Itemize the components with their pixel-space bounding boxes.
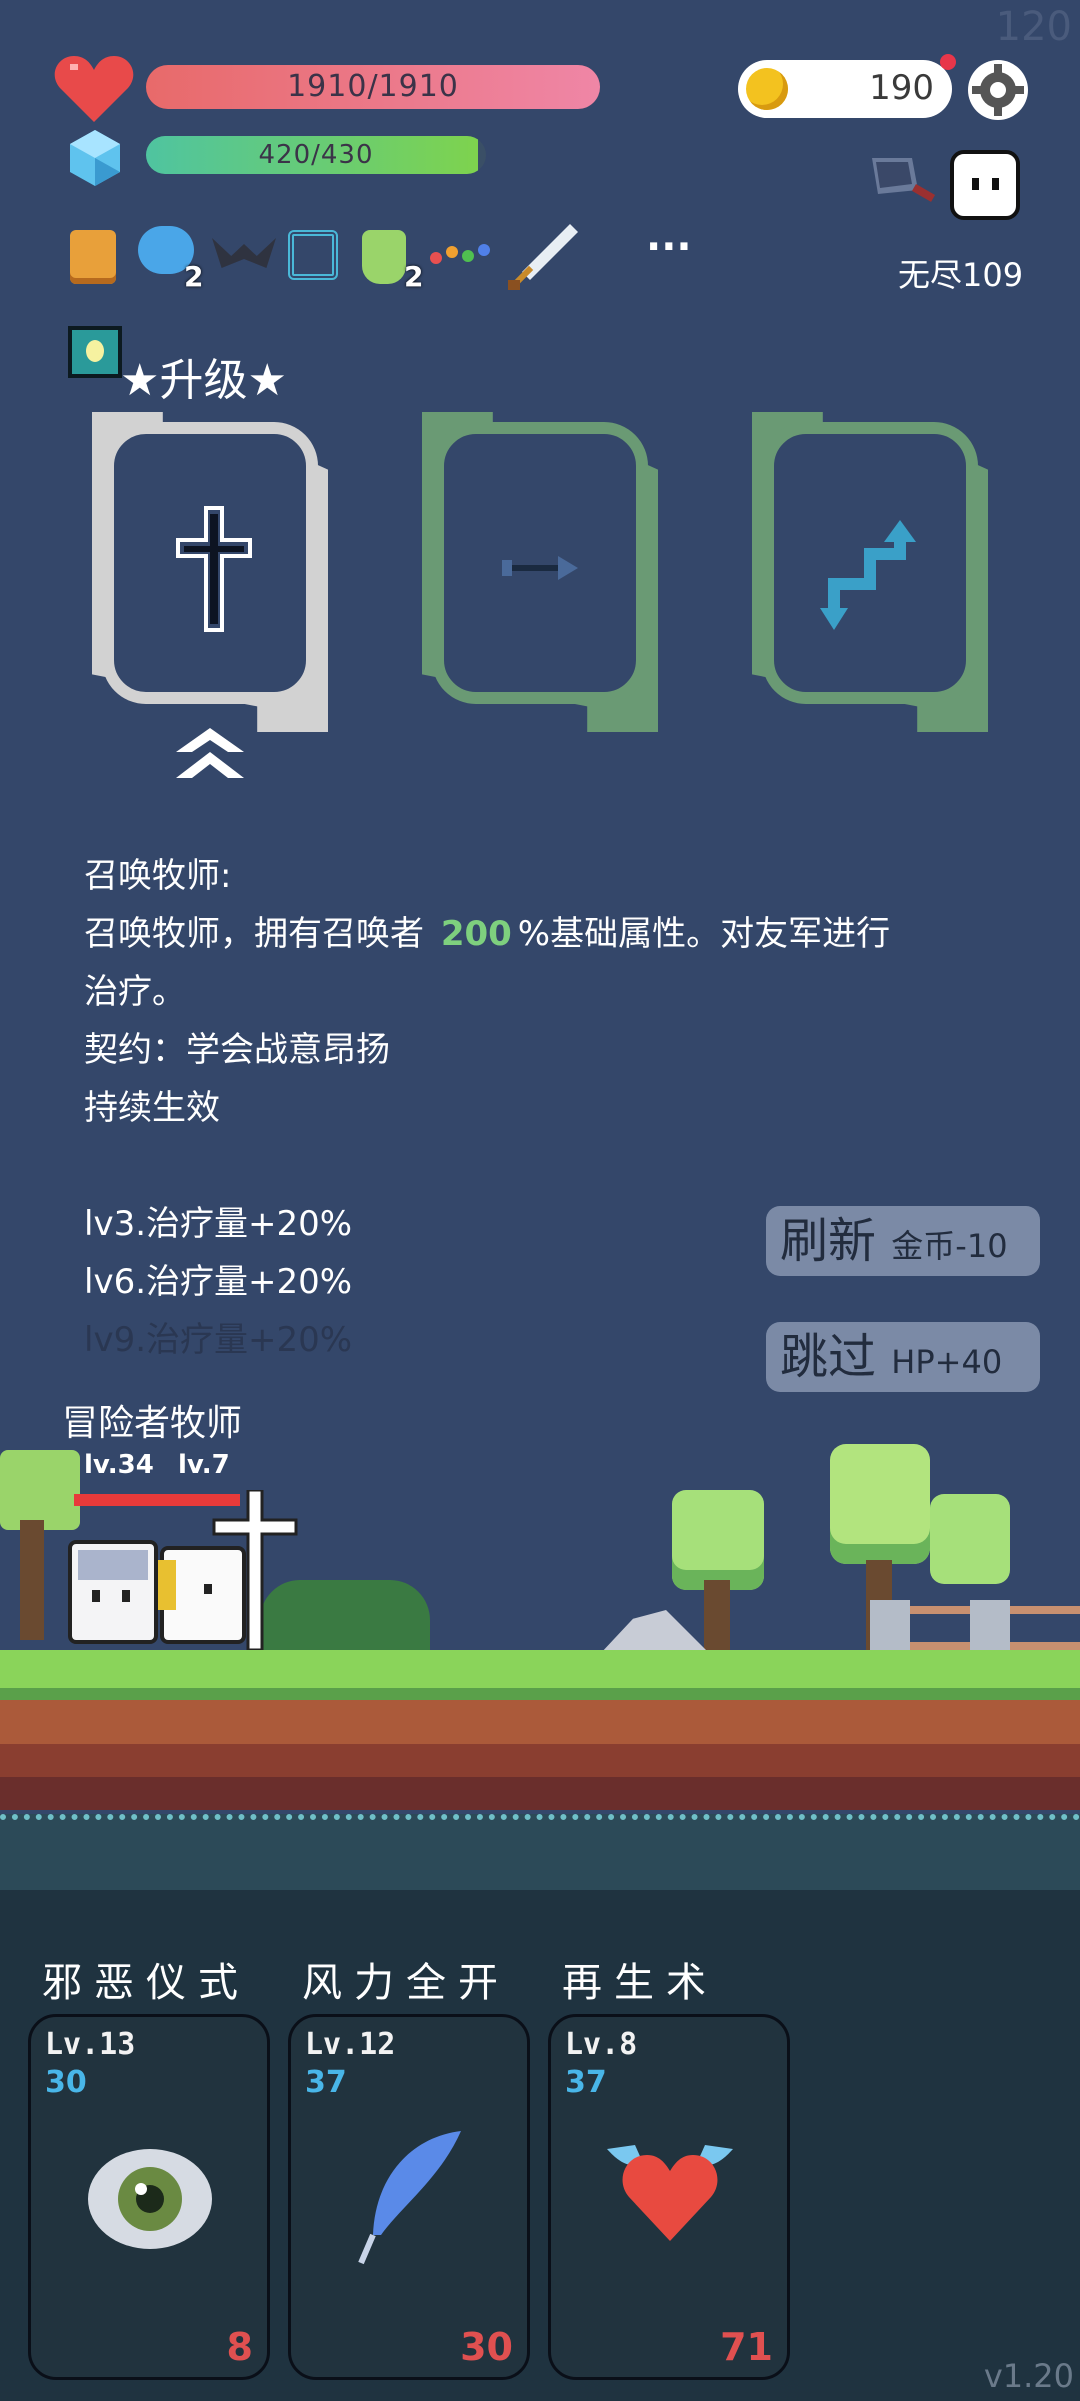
refresh-cost: 金币-10 <box>891 1227 1008 1265</box>
lightbulb-icon <box>68 326 122 378</box>
priest-cross-staff-icon <box>210 1488 300 1654</box>
tree-right-1 <box>830 1444 930 1564</box>
upgrade-card-swap[interactable] <box>752 412 988 732</box>
ability-desc-line1: 召唤牧师，拥有召唤者 200 %基础属性。对友军进行 <box>84 906 890 955</box>
skill-card-evil-ritual[interactable]: Lv.13 30 8 <box>28 2014 270 2380</box>
upgrade-title: ★升级★ <box>120 355 287 406</box>
ability-name: 召唤牧师: <box>84 856 232 896</box>
upgrade-card-priest[interactable] <box>92 412 328 732</box>
rock <box>600 1610 710 1654</box>
coin-icon <box>746 68 788 110</box>
mp-text: 420/430 <box>258 140 374 170</box>
spiral-icon[interactable] <box>288 230 338 280</box>
priest-level: lv.7 <box>178 1450 230 1480</box>
ability-desc-line2: 治疗。 <box>84 972 186 1012</box>
coin-value: 190 <box>869 68 934 108</box>
skill-cost: 37 <box>565 2065 607 2100</box>
skill-count: 71 <box>720 2325 773 2369</box>
swap-arrows-icon <box>820 520 920 634</box>
skip-button[interactable]: 跳过 HP+40 <box>766 1322 1040 1392</box>
bat-icon[interactable] <box>212 238 276 268</box>
skill-level: Lv.13 <box>45 2027 136 2062</box>
cleaver-icon[interactable] <box>862 148 942 216</box>
ability-contract: 契约：学会战意昂扬 <box>84 1030 390 1070</box>
skill-title-1: 邪恶仪式 <box>42 1960 250 2006</box>
skill-count: 30 <box>460 2325 513 2369</box>
desc-line1-a: 召唤牧师，拥有召唤者 <box>84 914 424 954</box>
desc-line1-b: %基础属性。对友军进行 <box>517 914 891 954</box>
grass <box>0 1650 1080 1700</box>
version-label: v1.20 <box>983 2357 1074 2395</box>
skill-level: Lv.8 <box>565 2027 638 2062</box>
refresh-label: 刷新 <box>780 1213 877 1269</box>
adventurer-sprite <box>68 1540 158 1644</box>
desc-highlight-number: 200 <box>440 914 512 954</box>
tree-middle <box>672 1490 764 1590</box>
item-bar: 2 2 <box>66 222 586 293</box>
winged-heart-icon <box>607 2137 733 2251</box>
water <box>0 1814 1080 1894</box>
arrow-icon <box>502 554 580 588</box>
fps-counter: 120 <box>995 4 1072 50</box>
skill-card-regeneration[interactable]: Lv.8 37 71 <box>548 2014 790 2380</box>
level-up-arrows-icon <box>176 728 244 788</box>
skip-bonus: HP+40 <box>891 1343 1003 1381</box>
hp-bar: 1910/1910 <box>146 65 600 109</box>
coin-counter[interactable]: 190 <box>738 54 956 118</box>
refresh-button[interactable]: 刷新 金币-10 <box>766 1206 1040 1276</box>
settings-gear-icon[interactable] <box>966 58 1030 122</box>
level-bonus-lv6: lv6.治疗量+20% <box>84 1262 353 1302</box>
chat-badge: 2 <box>184 260 204 293</box>
level-bonus-lv3: lv3.治疗量+20% <box>84 1204 353 1244</box>
beads-icon[interactable] <box>430 244 498 264</box>
tree-left <box>0 1450 80 1530</box>
eye-icon <box>87 2147 213 2255</box>
party-name: 冒险者牧师 <box>62 1403 243 1444</box>
skill-cost: 30 <box>45 2065 87 2100</box>
notification-dot <box>940 54 956 70</box>
skill-title-3: 再生术 <box>562 1960 718 2006</box>
potion-badge: 2 <box>404 260 424 293</box>
heart-icon <box>54 54 134 128</box>
level-bonus-lv9: lv9.治疗量+20% <box>84 1320 353 1360</box>
mana-crystal-icon <box>68 128 122 192</box>
sword-icon[interactable] <box>506 222 580 296</box>
skill-card-full-wind[interactable]: Lv.12 37 30 <box>288 2014 530 2380</box>
ghost-pet-icon[interactable] <box>950 150 1020 220</box>
skill-count: 8 <box>226 2325 253 2369</box>
mp-bar: 420/430 <box>146 136 486 174</box>
adventurer-level: lv.34 <box>84 1450 154 1480</box>
skill-cost: 37 <box>305 2065 347 2100</box>
skill-level: Lv.12 <box>305 2027 396 2062</box>
tree-right-2 <box>930 1494 1010 1584</box>
poison-potion-icon[interactable] <box>362 230 406 284</box>
cross-icon <box>174 504 254 638</box>
adventurer-hp-bar <box>74 1494 158 1506</box>
upgrade-card-arrow[interactable] <box>422 412 658 732</box>
skip-label: 跳过 <box>780 1329 877 1385</box>
more-items-button[interactable]: ··· <box>646 224 692 270</box>
hp-text: 1910/1910 <box>287 69 459 104</box>
scroll-icon[interactable] <box>70 230 116 284</box>
endless-mode-label: 无尽109 <box>898 256 1024 294</box>
feather-icon <box>351 2127 471 2271</box>
ability-duration: 持续生效 <box>84 1088 220 1128</box>
dirt <box>0 1700 1080 1810</box>
skill-title-2: 风力全开 <box>302 1960 510 2006</box>
